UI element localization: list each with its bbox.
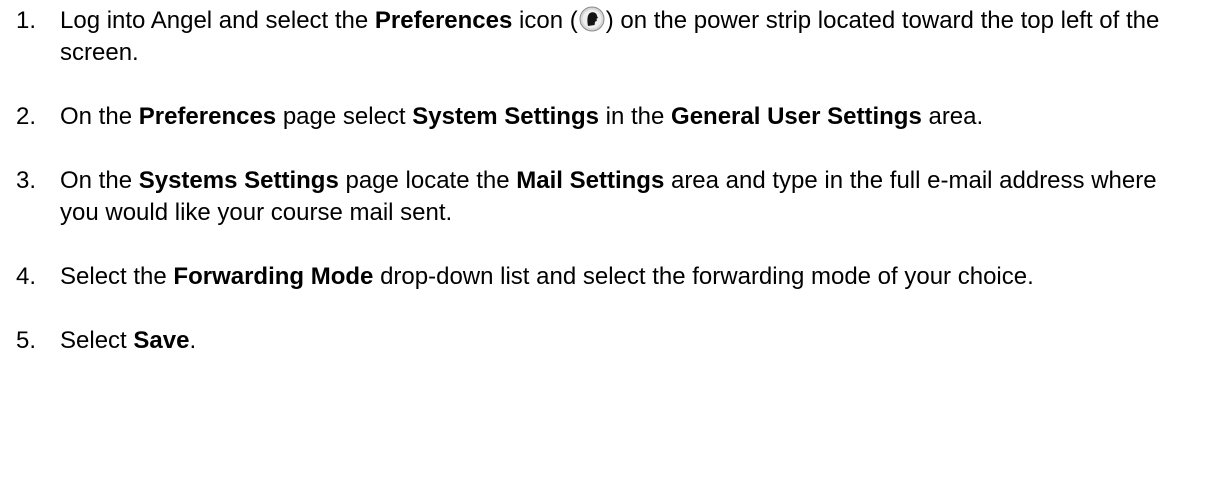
step-1: 1. Log into Angel and select the Prefere…	[16, 5, 1196, 69]
preferences-icon	[579, 6, 605, 32]
step-3: 3. On the Systems Settings page locate t…	[16, 165, 1196, 229]
step-number: 5.	[16, 327, 37, 354]
ui-term: Save	[133, 327, 190, 354]
ui-term: Preferences	[374, 7, 513, 34]
step-text: Log into Angel and select the Preference…	[60, 6, 1160, 66]
instruction-steps: 1. Log into Angel and select the Prefere…	[16, 5, 1196, 389]
step-5: 5. Select Save.	[16, 325, 1196, 357]
ui-term: System Settings	[412, 103, 599, 130]
step-number: 1.	[16, 7, 37, 34]
ui-term: Mail Settings	[516, 167, 665, 194]
step-number: 4.	[16, 263, 37, 290]
ui-term: Systems Settings	[138, 167, 339, 194]
ui-term: Preferences	[138, 103, 277, 130]
step-text: Select Save.	[60, 327, 197, 354]
step-text: On the Systems Settings page locate the …	[60, 167, 1157, 226]
step-number: 3.	[16, 167, 37, 194]
ui-term: Forwarding Mode	[173, 263, 374, 290]
ui-term: General User Settings	[671, 103, 922, 130]
step-2: 2. On the Preferences page select System…	[16, 101, 1196, 133]
step-number: 2.	[16, 103, 37, 130]
step-text: On the Preferences page select System Se…	[60, 103, 984, 130]
step-text: Select the Forwarding Mode drop-down lis…	[60, 263, 1034, 290]
step-4: 4. Select the Forwarding Mode drop-down …	[16, 261, 1196, 293]
